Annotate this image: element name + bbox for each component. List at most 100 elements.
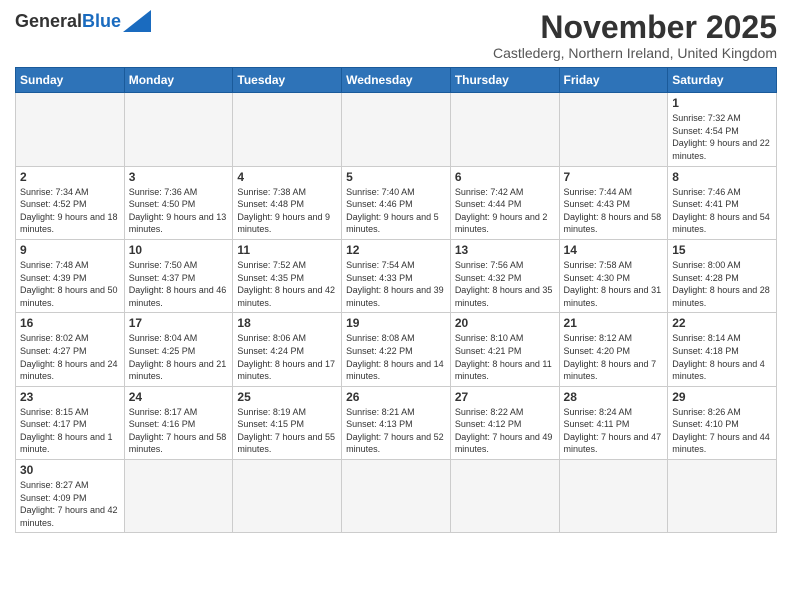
col-wednesday: Wednesday xyxy=(342,68,451,93)
day-number: 5 xyxy=(346,170,446,184)
calendar-cell: 19Sunrise: 8:08 AM Sunset: 4:22 PM Dayli… xyxy=(342,313,451,386)
logo: GeneralBlue xyxy=(15,10,151,32)
day-number: 20 xyxy=(455,316,555,330)
day-info: Sunrise: 7:32 AM Sunset: 4:54 PM Dayligh… xyxy=(672,112,772,162)
title-block: November 2025 Castlederg, Northern Irela… xyxy=(493,10,777,61)
day-number: 13 xyxy=(455,243,555,257)
col-thursday: Thursday xyxy=(450,68,559,93)
day-number: 23 xyxy=(20,390,120,404)
calendar-week-0: 1 Sunrise: 7:32 AM Sunset: 4:54 PM Daylig… xyxy=(16,93,777,166)
day-info: Sunrise: 8:19 AM Sunset: 4:15 PM Dayligh… xyxy=(237,406,337,456)
calendar-cell: 15Sunrise: 8:00 AM Sunset: 4:28 PM Dayli… xyxy=(668,239,777,312)
calendar-cell: 27 Sunrise: 8:22 AM Sunset: 4:12 PM Dayli… xyxy=(450,386,559,459)
header-row: Sunday Monday Tuesday Wednesday Thursday… xyxy=(16,68,777,93)
calendar-cell: 3 Sunrise: 7:36 AM Sunset: 4:50 PM Daylig… xyxy=(124,166,233,239)
calendar-body: 1 Sunrise: 7:32 AM Sunset: 4:54 PM Daylig… xyxy=(16,93,777,533)
calendar-cell: 22Sunrise: 8:14 AM Sunset: 4:18 PM Dayli… xyxy=(668,313,777,386)
calendar-cell xyxy=(16,93,125,166)
subtitle: Castlederg, Northern Ireland, United Kin… xyxy=(493,45,777,61)
header: GeneralBlue November 2025 Castlederg, No… xyxy=(15,10,777,61)
logo-general: General xyxy=(15,11,82,31)
day-number: 16 xyxy=(20,316,120,330)
calendar-cell xyxy=(559,93,668,166)
day-info: Sunrise: 7:50 AM Sunset: 4:37 PM Dayligh… xyxy=(129,259,229,309)
calendar-cell: 14 Sunrise: 7:58 AM Sunset: 4:30 PM Dayli… xyxy=(559,239,668,312)
main-title: November 2025 xyxy=(493,10,777,45)
day-number: 25 xyxy=(237,390,337,404)
day-info: Sunrise: 7:38 AM Sunset: 4:48 PM Dayligh… xyxy=(237,186,337,236)
logo-blue: Blue xyxy=(82,11,121,31)
col-monday: Monday xyxy=(124,68,233,93)
calendar-cell: 24Sunrise: 8:17 AM Sunset: 4:16 PM Dayli… xyxy=(124,386,233,459)
calendar-cell xyxy=(124,460,233,533)
calendar-cell: 7Sunrise: 7:44 AM Sunset: 4:43 PM Daylig… xyxy=(559,166,668,239)
calendar-table: Sunday Monday Tuesday Wednesday Thursday… xyxy=(15,67,777,533)
day-info: Sunrise: 7:36 AM Sunset: 4:50 PM Dayligh… xyxy=(129,186,229,236)
day-number: 22 xyxy=(672,316,772,330)
col-friday: Friday xyxy=(559,68,668,93)
day-number: 14 xyxy=(564,243,664,257)
logo-text: GeneralBlue xyxy=(15,12,121,30)
day-number: 8 xyxy=(672,170,772,184)
calendar-cell: 4Sunrise: 7:38 AM Sunset: 4:48 PM Daylig… xyxy=(233,166,342,239)
day-info: Sunrise: 8:10 AM Sunset: 4:21 PM Dayligh… xyxy=(455,332,555,382)
calendar-cell: 10Sunrise: 7:50 AM Sunset: 4:37 PM Dayli… xyxy=(124,239,233,312)
calendar-cell: 6Sunrise: 7:42 AM Sunset: 4:44 PM Daylig… xyxy=(450,166,559,239)
day-info: Sunrise: 7:48 AM Sunset: 4:39 PM Dayligh… xyxy=(20,259,120,309)
day-number: 27 xyxy=(455,390,555,404)
day-number: 9 xyxy=(20,243,120,257)
calendar-week-1: 2 Sunrise: 7:34 AM Sunset: 4:52 PM Daylig… xyxy=(16,166,777,239)
calendar-cell xyxy=(233,93,342,166)
calendar-cell: 29Sunrise: 8:26 AM Sunset: 4:10 PM Dayli… xyxy=(668,386,777,459)
calendar-cell xyxy=(342,93,451,166)
day-info: Sunrise: 7:46 AM Sunset: 4:41 PM Dayligh… xyxy=(672,186,772,236)
calendar-cell: 11Sunrise: 7:52 AM Sunset: 4:35 PM Dayli… xyxy=(233,239,342,312)
day-number: 11 xyxy=(237,243,337,257)
day-number: 18 xyxy=(237,316,337,330)
calendar-week-2: 9 Sunrise: 7:48 AM Sunset: 4:39 PM Daylig… xyxy=(16,239,777,312)
day-number: 30 xyxy=(20,463,120,477)
calendar-week-3: 16Sunrise: 8:02 AM Sunset: 4:27 PM Dayli… xyxy=(16,313,777,386)
day-number: 3 xyxy=(129,170,229,184)
day-info: Sunrise: 8:17 AM Sunset: 4:16 PM Dayligh… xyxy=(129,406,229,456)
col-saturday: Saturday xyxy=(668,68,777,93)
day-info: Sunrise: 8:21 AM Sunset: 4:13 PM Dayligh… xyxy=(346,406,446,456)
day-number: 12 xyxy=(346,243,446,257)
calendar-cell: 13 Sunrise: 7:56 AM Sunset: 4:32 PM Dayli… xyxy=(450,239,559,312)
day-info: Sunrise: 7:34 AM Sunset: 4:52 PM Dayligh… xyxy=(20,186,120,236)
calendar-cell: 26 Sunrise: 8:21 AM Sunset: 4:13 PM Dayli… xyxy=(342,386,451,459)
calendar-cell xyxy=(233,460,342,533)
day-info: Sunrise: 8:15 AM Sunset: 4:17 PM Dayligh… xyxy=(20,406,120,456)
calendar-header: Sunday Monday Tuesday Wednesday Thursday… xyxy=(16,68,777,93)
calendar-cell: 8 Sunrise: 7:46 AM Sunset: 4:41 PM Daylig… xyxy=(668,166,777,239)
day-number: 2 xyxy=(20,170,120,184)
day-info: Sunrise: 7:58 AM Sunset: 4:30 PM Dayligh… xyxy=(564,259,664,309)
day-number: 28 xyxy=(564,390,664,404)
calendar-week-4: 23 Sunrise: 8:15 AM Sunset: 4:17 PM Dayli… xyxy=(16,386,777,459)
calendar-cell: 28 Sunrise: 8:24 AM Sunset: 4:11 PM Dayli… xyxy=(559,386,668,459)
day-number: 1 xyxy=(672,96,772,110)
day-info: Sunrise: 8:22 AM Sunset: 4:12 PM Dayligh… xyxy=(455,406,555,456)
day-number: 26 xyxy=(346,390,446,404)
day-info: Sunrise: 7:56 AM Sunset: 4:32 PM Dayligh… xyxy=(455,259,555,309)
calendar-cell: 18 Sunrise: 8:06 AM Sunset: 4:24 PM Dayli… xyxy=(233,313,342,386)
day-info: Sunrise: 8:24 AM Sunset: 4:11 PM Dayligh… xyxy=(564,406,664,456)
day-number: 19 xyxy=(346,316,446,330)
calendar-cell: 1 Sunrise: 7:32 AM Sunset: 4:54 PM Daylig… xyxy=(668,93,777,166)
calendar-cell: 12 Sunrise: 7:54 AM Sunset: 4:33 PM Dayli… xyxy=(342,239,451,312)
day-info: Sunrise: 7:40 AM Sunset: 4:46 PM Dayligh… xyxy=(346,186,446,236)
calendar-cell xyxy=(668,460,777,533)
day-info: Sunrise: 8:06 AM Sunset: 4:24 PM Dayligh… xyxy=(237,332,337,382)
calendar-cell: 17Sunrise: 8:04 AM Sunset: 4:25 PM Dayli… xyxy=(124,313,233,386)
col-tuesday: Tuesday xyxy=(233,68,342,93)
day-number: 17 xyxy=(129,316,229,330)
col-sunday: Sunday xyxy=(16,68,125,93)
calendar-cell: 30Sunrise: 8:27 AM Sunset: 4:09 PM Dayli… xyxy=(16,460,125,533)
logo-icon xyxy=(123,10,151,32)
calendar-cell: 20 Sunrise: 8:10 AM Sunset: 4:21 PM Dayli… xyxy=(450,313,559,386)
day-info: Sunrise: 8:12 AM Sunset: 4:20 PM Dayligh… xyxy=(564,332,664,382)
day-number: 7 xyxy=(564,170,664,184)
calendar-cell xyxy=(124,93,233,166)
calendar-cell xyxy=(450,460,559,533)
day-info: Sunrise: 7:54 AM Sunset: 4:33 PM Dayligh… xyxy=(346,259,446,309)
